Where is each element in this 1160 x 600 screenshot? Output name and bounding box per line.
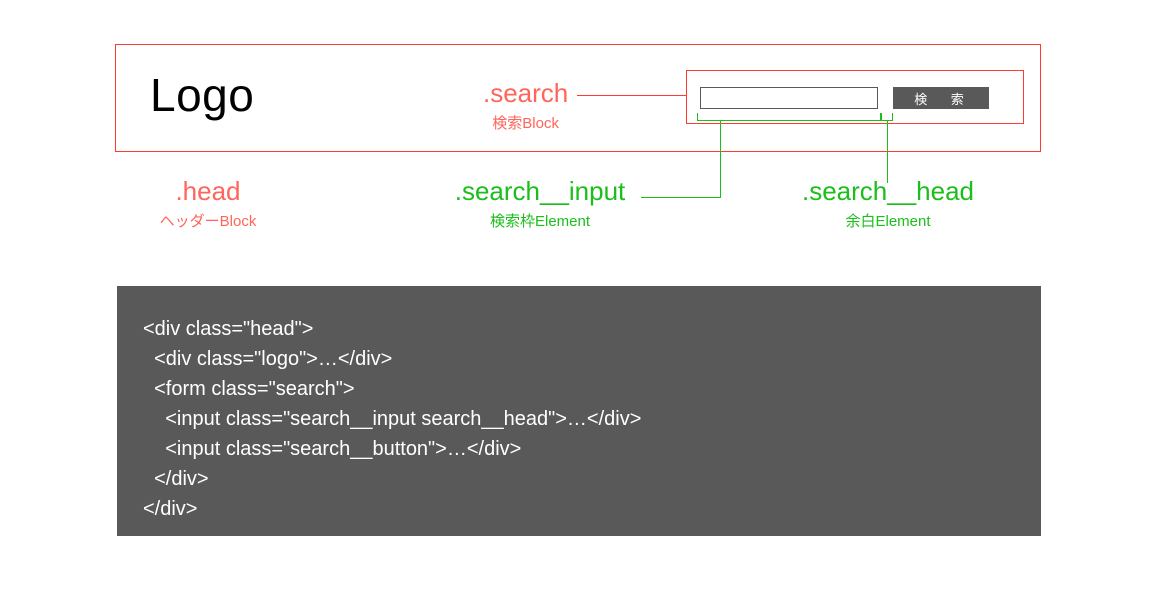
- annotation-search-desc: 検索Block: [483, 112, 568, 133]
- code-line: <input class="search__button">…</div>: [143, 438, 521, 460]
- annotation-search-class: .search: [483, 78, 568, 109]
- code-line: </div>: [143, 498, 197, 520]
- annotation-search-head-desc: 余白Element: [748, 210, 1028, 231]
- code-line: <div class="head">: [143, 318, 313, 340]
- bracket-search-input: [697, 113, 881, 121]
- code-line: <form class="search">: [143, 378, 355, 400]
- search-input[interactable]: [700, 87, 878, 109]
- logo-text: Logo: [150, 68, 254, 122]
- leader-line-search: [577, 95, 686, 96]
- bracket-search-head: [881, 113, 893, 121]
- annotation-head-desc: ヘッダーBlock: [128, 210, 288, 231]
- search-button[interactable]: 検 索: [893, 87, 989, 109]
- code-line: <input class="search__input search__head…: [143, 408, 641, 430]
- annotation-head: .head ヘッダーBlock: [128, 176, 288, 231]
- code-line: <div class="logo">…</div>: [143, 348, 392, 370]
- annotation-search: .search 検索Block: [483, 78, 568, 133]
- leader-line-search-input: [641, 197, 721, 198]
- annotation-search-head-class: .search__head: [748, 176, 1028, 207]
- bracket-search-head-stem: [887, 121, 888, 183]
- code-line: </div>: [143, 468, 209, 490]
- annotation-search-head: .search__head 余白Element: [748, 176, 1028, 231]
- annotation-search-input-class: .search__input: [400, 176, 680, 207]
- bracket-search-input-stem: [720, 121, 721, 197]
- annotation-search-input-desc: 検索枠Element: [400, 210, 680, 231]
- code-snippet: <div class="head"> <div class="logo">…</…: [117, 286, 1041, 536]
- annotation-search-input: .search__input 検索枠Element: [400, 176, 680, 231]
- annotation-head-class: .head: [128, 176, 288, 207]
